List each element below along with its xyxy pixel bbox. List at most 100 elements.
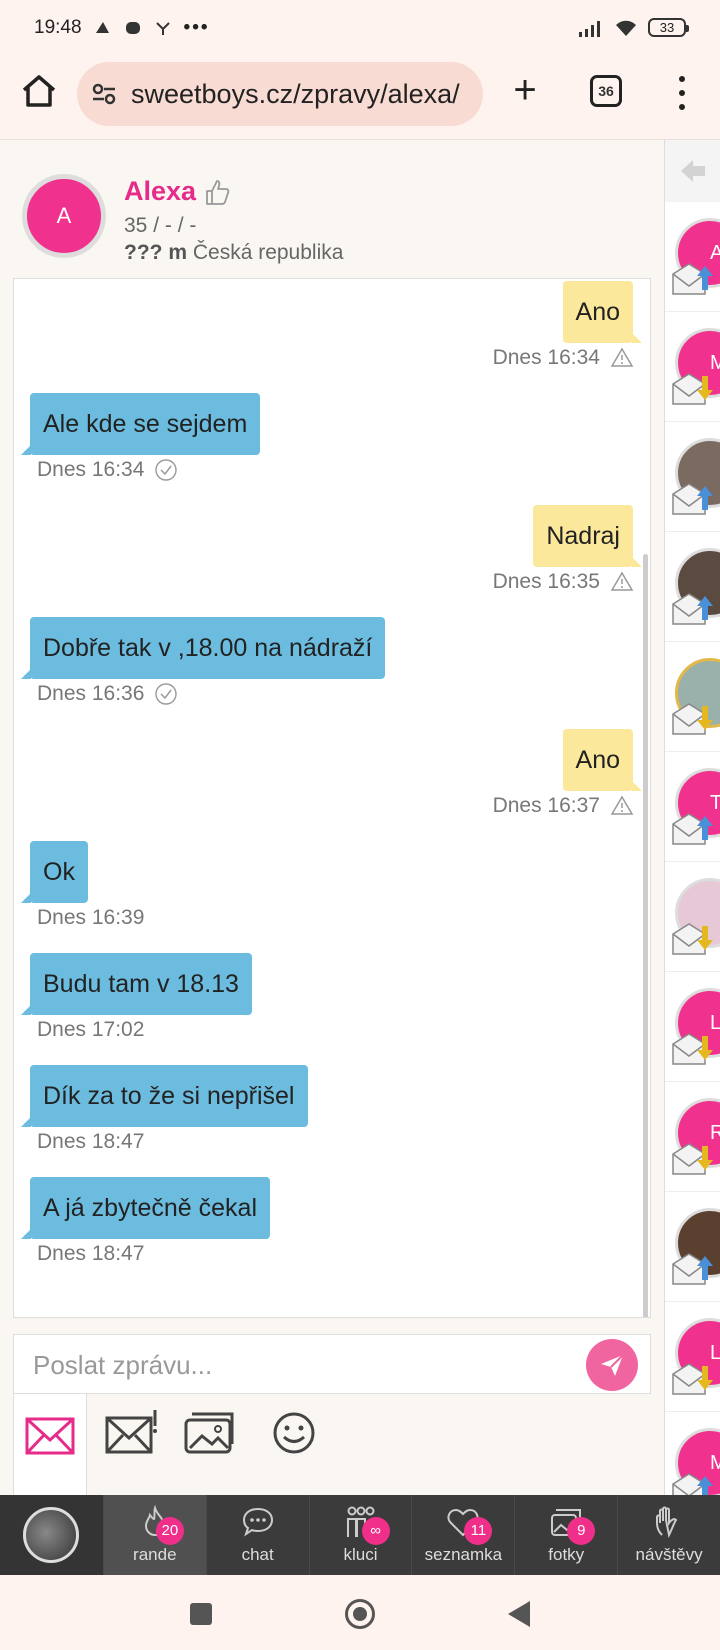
nav-fotky[interactable]: fotky 9 <box>514 1495 617 1575</box>
envelope-alert-icon[interactable] <box>105 1408 161 1458</box>
message-timestamp: Dnes 16:37 <box>492 794 600 817</box>
nav-badge: 20 <box>155 1517 184 1545</box>
incoming-message[interactable]: Budu tam v 18.13 <box>21 953 252 1015</box>
tab-messages[interactable] <box>13 1394 87 1496</box>
sent-envelope-icon <box>672 593 713 625</box>
composer-tools <box>13 1394 413 1496</box>
conversation-item[interactable] <box>665 1192 720 1302</box>
conversation-item[interactable]: L <box>665 1302 720 1412</box>
rail-back-button[interactable] <box>665 140 720 202</box>
nav-chat[interactable]: chat <box>205 1495 309 1575</box>
emoji-icon[interactable] <box>266 1408 322 1458</box>
message-timestamp: Dnes 16:34 <box>37 458 145 481</box>
message-input[interactable]: Poslat zprávu... <box>13 1334 651 1394</box>
incoming-message[interactable]: A já zbytečně čekal <box>20 1177 271 1239</box>
sent-envelope-icon <box>672 1473 713 1495</box>
arrow-left-icon <box>681 160 705 182</box>
thumbs-up-icon[interactable] <box>204 178 230 206</box>
profile-country: Česká republika <box>192 241 344 264</box>
more-notifications-icon: ••• <box>183 16 210 38</box>
outgoing-message[interactable]: Nadraj <box>533 505 642 567</box>
new-tab-button[interactable]: + <box>505 70 545 110</box>
browser-menu-button[interactable] <box>670 73 694 113</box>
profile-height: ??? m <box>124 241 187 264</box>
nav-badge: 11 <box>464 1517 493 1545</box>
outgoing-message[interactable]: Ano <box>562 281 643 343</box>
message-time: Dnes 16:34 <box>493 346 634 370</box>
profile-name[interactable]: Alexa <box>124 176 196 207</box>
nav-label: fotky <box>548 1545 585 1564</box>
message-timestamp: Dnes 17:02 <box>37 1018 145 1041</box>
my-avatar <box>23 1507 80 1563</box>
sent-envelope-icon <box>672 1253 713 1285</box>
avatar[interactable]: A <box>22 174 106 258</box>
nav-badge: 9 <box>567 1517 596 1545</box>
conversation-item[interactable]: R <box>665 1082 720 1192</box>
recents-button[interactable] <box>190 1603 212 1625</box>
back-button[interactable] <box>508 1601 530 1627</box>
outgoing-message[interactable]: Ano <box>562 729 643 791</box>
nav-badge: ∞ <box>361 1517 390 1545</box>
url-text: sweetboys.cz/zpravy/alexa/ <box>131 78 460 109</box>
nav-label: návštěvy <box>635 1545 703 1564</box>
sent-envelope-icon <box>672 813 713 845</box>
message-timestamp: Dnes 16:35 <box>492 570 600 593</box>
conversation-item[interactable]: A <box>665 202 720 312</box>
wifi-icon <box>616 20 636 36</box>
send-button[interactable] <box>586 1339 638 1391</box>
site-settings-icon[interactable] <box>91 81 117 107</box>
warning-icon <box>610 571 634 591</box>
conversation-item[interactable] <box>665 862 720 972</box>
envelope-icon <box>25 1417 75 1455</box>
mask-icon <box>125 21 140 34</box>
message-timestamp: Dnes 18:47 <box>37 1130 145 1153</box>
received-envelope-icon <box>672 923 713 955</box>
tab-switcher-button[interactable]: 36 <box>590 75 622 107</box>
my-profile-button[interactable] <box>0 1495 103 1575</box>
nav-navstevy[interactable]: návštěvy <box>617 1495 720 1575</box>
notification-icons: ••• <box>94 17 210 39</box>
incoming-message[interactable]: Dobře tak v ,18.00 na nádraží <box>20 617 386 679</box>
signal-icon <box>579 20 600 37</box>
message-time: Dnes 18:47 <box>37 1242 144 1266</box>
nav-label: rande <box>133 1545 177 1564</box>
warning-icon <box>610 795 634 815</box>
nav-seznamka[interactable]: seznamka 11 <box>411 1495 514 1575</box>
conversation-item[interactable]: T <box>665 752 720 862</box>
conversation-item[interactable] <box>665 532 720 642</box>
profile-location: ??? m Česká republika <box>124 241 343 265</box>
home-button[interactable] <box>345 1599 375 1629</box>
incoming-message[interactable]: Dík za to že si nepřišel <box>21 1065 308 1127</box>
message-timestamp: Dnes 16:36 <box>37 682 145 705</box>
incoming-message[interactable]: Ale kde se sejdem <box>20 393 261 455</box>
conversation-item[interactable] <box>665 422 720 532</box>
antenna-icon <box>155 21 170 35</box>
app-notification-icon <box>95 21 109 33</box>
scrollbar[interactable] <box>643 554 648 1317</box>
nav-kluci[interactable]: kluci ∞ <box>308 1495 412 1575</box>
home-icon[interactable] <box>20 72 58 110</box>
message-time: Dnes 16:35 <box>493 570 634 594</box>
nav-rande[interactable]: rande 20 <box>102 1495 206 1575</box>
received-envelope-icon <box>672 1143 713 1175</box>
message-list[interactable]: Ano Dnes 16:34 Ale kde se sejdem Dnes 16:34… <box>13 278 651 1318</box>
address-bar[interactable]: sweetboys.cz/zpravy/alexa/ <box>77 62 483 126</box>
message-time: Dnes 17:02 <box>37 1018 144 1042</box>
message-timestamp: Dnes 16:34 <box>492 346 600 369</box>
profile-name-row: Alexa <box>124 176 230 207</box>
bottom-nav: rande 20 chat kluci ∞ seznamka 11 fotky 9 návštěv… <box>0 1495 720 1575</box>
sent-envelope-icon <box>672 483 713 515</box>
send-icon <box>601 1354 624 1376</box>
avatar-letter: A <box>56 203 72 228</box>
conversation-item[interactable]: L <box>665 972 720 1082</box>
conversation-item[interactable]: M <box>665 1412 720 1495</box>
conversation-item[interactable]: M <box>665 312 720 422</box>
conversation-item[interactable] <box>665 642 720 752</box>
message-time: Dnes 18:47 <box>37 1130 144 1154</box>
photo-attach-icon[interactable] <box>182 1408 238 1458</box>
sent-envelope-icon <box>672 263 713 295</box>
incoming-message[interactable]: Ok <box>21 841 88 903</box>
warning-icon <box>610 347 634 367</box>
message-placeholder: Poslat zprávu... <box>33 1350 213 1380</box>
status-bar: 19:48 ••• 33 <box>0 0 720 55</box>
